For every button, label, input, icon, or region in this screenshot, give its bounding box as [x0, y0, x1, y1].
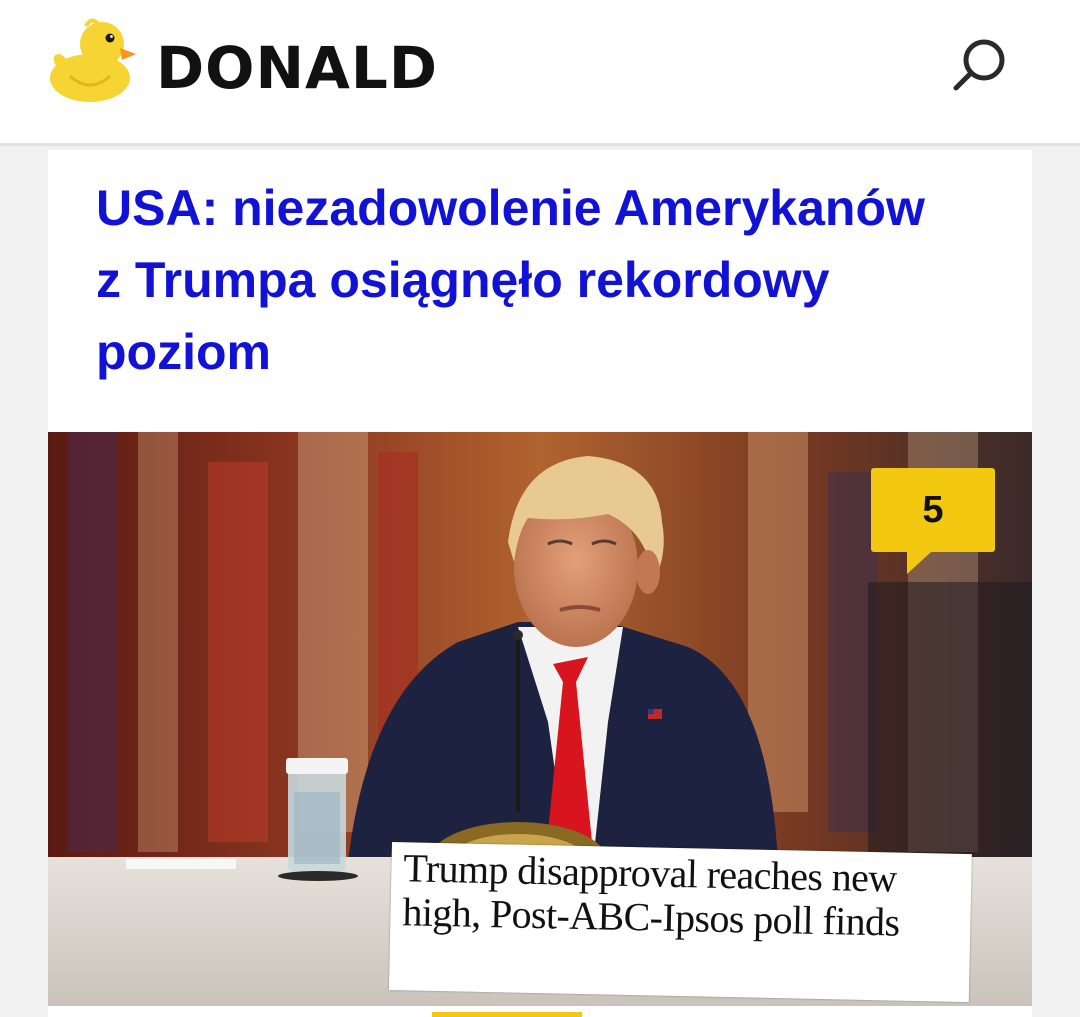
- top-bar: DONALD: [0, 0, 1080, 146]
- rubber-duck-icon[interactable]: [46, 14, 138, 106]
- article-title[interactable]: USA: niezadowolenie Amerykanów z Trumpa …: [96, 172, 956, 388]
- comments-badge[interactable]: 5: [871, 468, 995, 574]
- next-item-accent: [432, 1012, 582, 1017]
- search-button[interactable]: [948, 34, 1012, 98]
- site-brand[interactable]: DONALD: [156, 28, 438, 108]
- search-icon: [953, 39, 1005, 91]
- article-image[interactable]: 5 Trump disapproval reaches new high, Po…: [48, 432, 1032, 1006]
- article-card: USA: niezadowolenie Amerykanów z Trumpa …: [48, 150, 1032, 1017]
- clipping-headline: Trump disapproval reaches new high, Post…: [402, 845, 900, 945]
- newspaper-clipping: Trump disapproval reaches new high, Post…: [388, 842, 972, 1003]
- comment-count: 5: [922, 489, 944, 531]
